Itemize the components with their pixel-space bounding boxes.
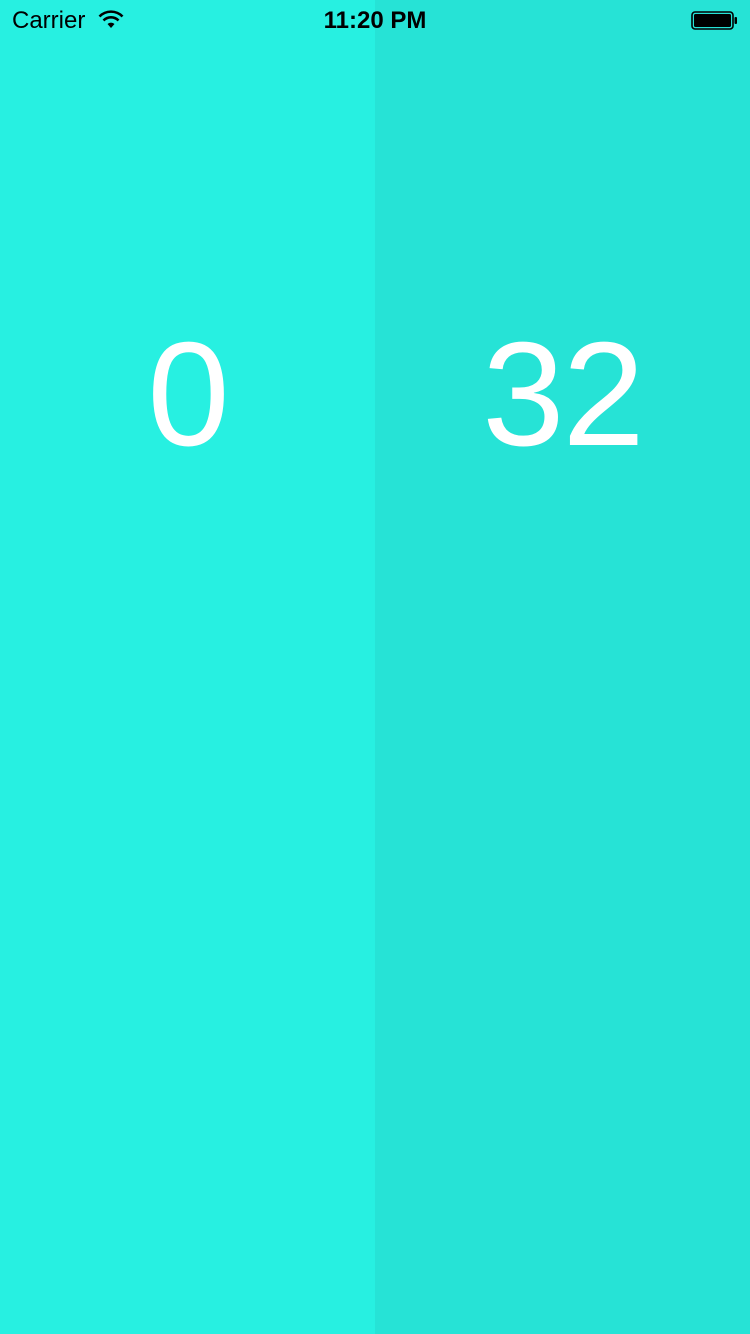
right-score: 32 <box>482 312 645 477</box>
status-time: 11:20 PM <box>323 7 427 34</box>
left-score: 0 <box>147 312 229 477</box>
right-player-panel[interactable]: 32 <box>375 0 750 1334</box>
left-player-panel[interactable]: 0 <box>0 0 375 1334</box>
scoreboard-screen: Carrier 11:20 PM 0 32 <box>0 0 750 1334</box>
battery-icon <box>691 11 737 30</box>
status-bar: Carrier 11:20 PM <box>0 0 750 40</box>
